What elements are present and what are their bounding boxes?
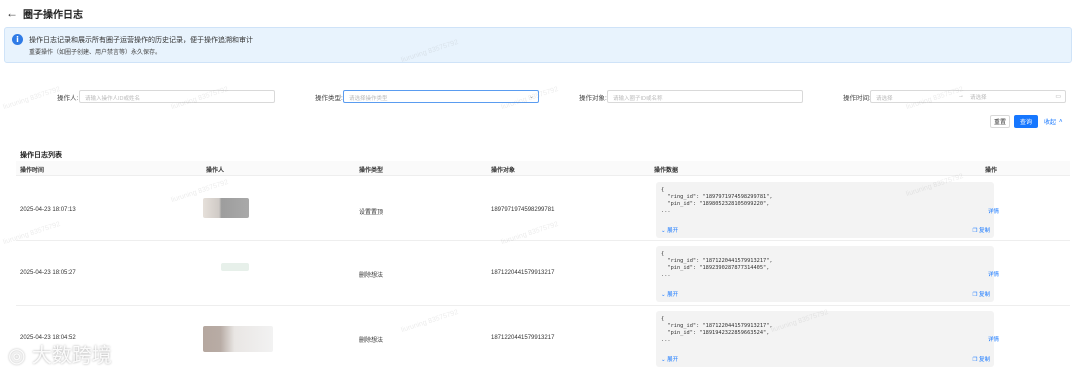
col-op-type: 操作类型 (359, 168, 384, 174)
op-data-box: { "ring_id": "1871220441579913217", "pin… (656, 246, 994, 302)
page-title: 圈子操作日志 (23, 9, 83, 21)
col-op-time: 操作时间 (20, 168, 45, 174)
op-type-select[interactable]: 请选择操作类型 ⌄ (343, 90, 539, 103)
query-button[interactable]: 查询 (1014, 115, 1038, 128)
op-target-input[interactable]: 请输入圈子ID或名称 (607, 90, 803, 103)
op-target-placeholder: 请输入圈子ID或名称 (613, 96, 663, 102)
op-type-label: 操作类型: (315, 95, 343, 102)
op-time-start[interactable]: 请选择 (876, 96, 893, 102)
row-type: 设置置顶 (359, 210, 384, 216)
expand-button[interactable]: ⌄ 展开 (661, 290, 678, 298)
operator-avatar (203, 326, 273, 352)
row-target: 1871220441579913217 (491, 270, 555, 276)
op-data-box: { "ring_id": "1871220441579913217", "pin… (656, 311, 994, 367)
op-data-code: { "ring_id": "1871220441579913217", "pin… (661, 251, 773, 278)
op-data-code: { "ring_id": "1897971974598299781", "pin… (661, 187, 773, 214)
detail-link[interactable]: 详情 (988, 335, 999, 343)
col-action: 操作 (985, 168, 998, 174)
op-time-end[interactable]: 请选择 (970, 93, 987, 101)
detail-link[interactable]: 详情 (988, 207, 999, 215)
table-row: 2025-04-23 18:05:27 删除想法 187122044157991… (16, 241, 1070, 306)
col-op-target: 操作对象 (491, 168, 516, 174)
operator-placeholder: 请输入操作人ID或姓名 (85, 96, 141, 102)
op-data-code: { "ring_id": "1871220441579913217", "pin… (661, 316, 773, 343)
brand-logo: ◎ 大数跨境 (8, 343, 112, 367)
calendar-icon: ▭ (1055, 94, 1061, 100)
row-type: 删除想法 (359, 273, 384, 279)
operator-avatar (221, 263, 249, 271)
collapse-button[interactable]: 收起 ˄ (1044, 115, 1068, 128)
chevron-down-icon: ⌄ (528, 94, 534, 100)
back-arrow-icon[interactable]: ← (6, 6, 18, 20)
chevron-up-icon: ˄ (1059, 118, 1063, 125)
alert-description: 重要操作（如圈子创建、用户禁言等）永久保存。 (29, 50, 162, 56)
row-target: 1871220441579913217 (491, 335, 555, 341)
expand-label: 展开 (667, 357, 679, 363)
operator-input[interactable]: 请输入操作人ID或姓名 (79, 90, 275, 103)
copy-button[interactable]: ❐ 复制 (973, 355, 990, 363)
copy-button[interactable]: ❐ 复制 (973, 226, 990, 234)
op-data-box: { "ring_id": "1897971974598299781", "pin… (656, 182, 994, 238)
op-type-placeholder: 请选择操作类型 (349, 96, 388, 102)
copy-label: 复制 (978, 357, 990, 363)
row-time: 2025-04-23 18:05:27 (20, 270, 76, 276)
row-target: 1897971974598299781 (491, 207, 555, 213)
operator-label: 操作人: (57, 95, 79, 102)
page-header: ← 圈子操作日志 (0, 0, 1080, 26)
brand-text: 大数跨境 (31, 343, 112, 367)
expand-button[interactable]: ⌄ 展开 (661, 226, 678, 234)
col-op-data: 操作数据 (654, 168, 679, 174)
expand-label: 展开 (667, 228, 679, 234)
info-icon: i (12, 34, 23, 45)
collapse-label: 收起 (1044, 120, 1057, 126)
range-arrow-icon: → (958, 93, 964, 99)
copy-button[interactable]: ❐ 复制 (973, 290, 990, 298)
detail-link[interactable]: 详情 (988, 270, 999, 278)
row-type: 删除想法 (359, 338, 384, 344)
op-target-label: 操作对象: (579, 95, 607, 102)
reset-button[interactable]: 重置 (990, 115, 1010, 128)
op-time-label: 操作时间: (843, 95, 871, 102)
filter-bar: 操作人: 请输入操作人ID或姓名 操作类型: 请选择操作类型 ⌄ 操作对象: 请… (0, 88, 1080, 104)
expand-button[interactable]: ⌄ 展开 (661, 355, 678, 363)
operator-avatar (203, 198, 249, 218)
row-time: 2025-04-23 18:07:13 (20, 207, 76, 213)
expand-label: 展开 (667, 292, 679, 298)
table-row: 2025-04-23 18:07:13 设置置顶 189797197459829… (16, 176, 1070, 241)
op-time-range[interactable]: 请选择 ▭ (870, 90, 1066, 103)
list-title: 操作日志列表 (20, 152, 62, 159)
table-header: 操作时间 操作人 操作类型 操作对象 操作数据 操作 (16, 161, 1070, 176)
copy-label: 复制 (978, 292, 990, 298)
info-alert: i 操作日志记录和展示所有圈子运营操作的历史记录，便于操作追溯和审计 重要操作（… (4, 27, 1072, 63)
copy-label: 复制 (978, 228, 990, 234)
table-row: 2025-04-23 18:04:52 删除想法 187122044157991… (16, 306, 1070, 371)
alert-message: 操作日志记录和展示所有圈子运营操作的历史记录，便于操作追溯和审计 (29, 37, 253, 44)
col-operator: 操作人 (206, 168, 225, 174)
